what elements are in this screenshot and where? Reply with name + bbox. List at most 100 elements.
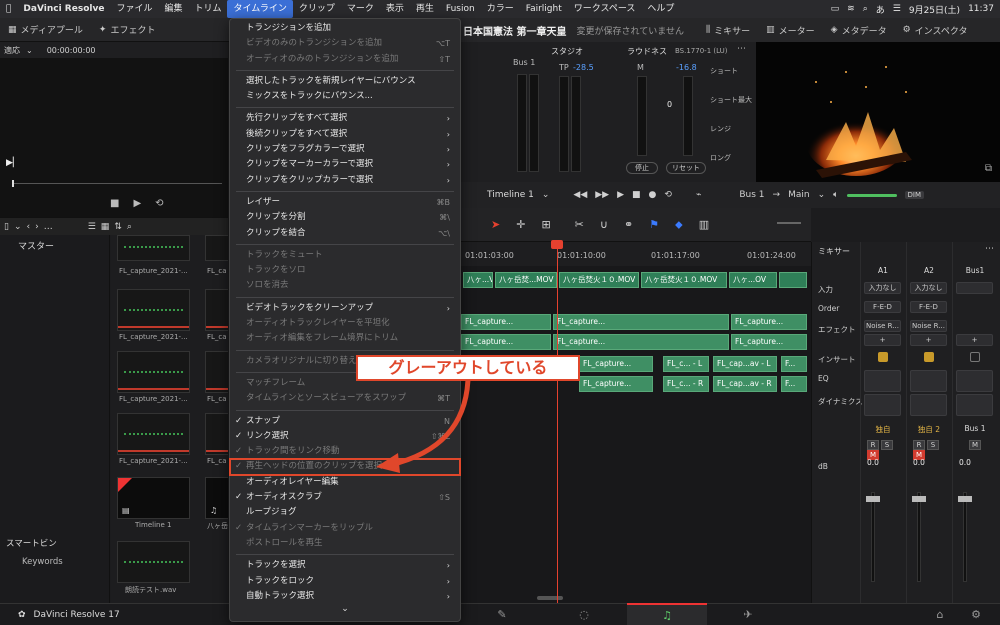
clip-thumb-partial[interactable] [205, 235, 228, 261]
clip-thumb-1[interactable] [117, 289, 190, 331]
viewer-scrubber[interactable] [12, 183, 222, 184]
meters-button[interactable]: ▥ メーター [758, 24, 823, 37]
audio-clip[interactable]: FL_capture... [461, 334, 551, 350]
menu-workspace[interactable]: ワークスペース [568, 0, 642, 18]
menu-item[interactable]: トラックをロック › [230, 574, 460, 589]
effect-slot[interactable]: Noise R... [864, 320, 901, 332]
viewer-mode-icon[interactable]: ⧉ [985, 163, 992, 174]
clip-thumb-timeline[interactable]: ▤ [117, 477, 190, 519]
effects-button[interactable]: ✦ エフェクト [91, 23, 164, 37]
menu-item[interactable]: クリップをクリップカラーで選択 › [230, 173, 460, 188]
menu-scroll-more-icon[interactable]: ⌄ [230, 604, 460, 614]
forward-icon[interactable]: › [35, 222, 39, 232]
search-icon[interactable]: ⌕ [863, 4, 868, 14]
timeline-viewer[interactable]: ⧉ [756, 42, 1000, 182]
menu-item[interactable]: クリップをフラグカラーで選択 › [230, 142, 460, 157]
audio-clip[interactable]: FL_capture... [579, 356, 653, 372]
list-view-icon[interactable]: ☰ [88, 222, 96, 232]
insert-toggle[interactable] [924, 352, 934, 362]
menu-item[interactable]: トランジションを追加 [230, 21, 460, 36]
clip-thumb-partial[interactable]: ♫ [205, 477, 228, 519]
menubar-date[interactable]: 9月25日(土) [909, 3, 960, 16]
keywords-bin[interactable]: Keywords [22, 557, 63, 567]
add-effect-icon[interactable]: + [910, 334, 947, 346]
link-icon[interactable]: ⌁ [696, 190, 701, 200]
fader-handle[interactable] [958, 496, 972, 502]
menu-trim[interactable]: トリム [188, 0, 227, 18]
volume-slider[interactable] [846, 193, 897, 197]
audio-clip[interactable]: FL_cap...av - R [713, 376, 777, 392]
clip-thumb-partial[interactable] [205, 289, 228, 331]
input-select[interactable] [956, 282, 993, 294]
audio-clip[interactable]: F... [781, 356, 807, 372]
fader-handle[interactable] [912, 496, 926, 502]
video-clip[interactable] [779, 272, 807, 288]
menu-color[interactable]: カラー [481, 0, 520, 18]
stop-icon[interactable]: ■ [110, 198, 119, 209]
main-output[interactable]: Main [788, 190, 810, 200]
solo-button[interactable]: S [881, 440, 893, 450]
menu-mark[interactable]: マーク [341, 0, 380, 18]
menu-item[interactable]: 選択したトラックを新規レイヤーにバウンス [230, 74, 460, 89]
audio-clip[interactable]: FL_capture... [461, 314, 551, 330]
razor-tool-icon[interactable]: ✂ [575, 218, 584, 232]
sidebar-toggle-icon[interactable]: ▯ [4, 222, 9, 232]
chevron-down-icon[interactable]: ⌄ [26, 46, 33, 55]
menu-item[interactable]: ループジョグ [230, 505, 460, 520]
clip-thumb-3[interactable] [117, 413, 190, 455]
wifi-icon[interactable]: ≋ [847, 4, 855, 14]
chevron-down-icon[interactable]: ⌄ [14, 222, 22, 232]
menu-help[interactable]: ヘルプ [641, 0, 680, 18]
playhead[interactable] [557, 244, 558, 603]
timeline-selector[interactable]: Timeline 1 [487, 190, 534, 200]
view-options-icon[interactable]: ▥ [699, 218, 709, 232]
settings-gear-icon[interactable]: ⚙ [952, 603, 1000, 625]
menu-item[interactable]: ミックスをトラックにバウンス... [230, 89, 460, 104]
input-select[interactable]: 入力なし [910, 282, 947, 294]
video-clip[interactable]: 八ヶ...V [463, 272, 493, 288]
menu-item[interactable]: 自動トラック選択 › [230, 589, 460, 604]
source-viewer[interactable] [0, 42, 228, 217]
snap-icon[interactable]: ∪ [600, 218, 608, 232]
effect-slot[interactable]: Noise R... [910, 320, 947, 332]
play-icon[interactable]: ▶ [617, 190, 624, 200]
zoom-select[interactable]: 適応 [4, 45, 20, 56]
more-icon[interactable]: … [44, 222, 53, 232]
record-button[interactable]: R [913, 440, 925, 450]
menu-item[interactable]: ✓ オーディオスクラブ ⇧S [230, 490, 460, 505]
sort-icon[interactable]: ⇅ [114, 222, 122, 232]
solo-button[interactable]: S [927, 440, 939, 450]
control-center-icon[interactable]: ☰ [893, 4, 901, 14]
fader-track[interactable] [963, 492, 967, 582]
input-method-icon[interactable]: あ [876, 3, 885, 16]
range-tool-icon[interactable]: ✛ [516, 218, 525, 232]
clip-thumb-partial[interactable] [205, 351, 228, 393]
record-button[interactable]: R [867, 440, 879, 450]
playhead-handle[interactable] [551, 240, 563, 249]
timeline-scrollbar[interactable] [537, 596, 563, 600]
add-effect-icon[interactable]: + [956, 334, 993, 346]
mixer-button[interactable]: ⫼ ミキサー [698, 24, 758, 37]
audio-clip[interactable]: F... [781, 376, 807, 392]
menubar-time[interactable]: 11:37 [968, 4, 994, 14]
fusion-page-icon[interactable]: ✎ [478, 603, 526, 625]
dynamics-graph[interactable] [864, 394, 901, 416]
menu-clip[interactable]: クリップ [293, 0, 341, 18]
search-icon[interactable]: ⌕ [127, 222, 132, 232]
grid-view-icon[interactable]: ▦ [101, 222, 110, 232]
menu-playback[interactable]: 再生 [410, 0, 440, 18]
menu-item[interactable]: ビデオトラックをクリーンアップ › [230, 301, 460, 316]
zoom-slider[interactable] [777, 222, 801, 224]
select-tool-icon[interactable]: ➤ [491, 218, 500, 232]
menu-timeline[interactable]: タイムライン [227, 0, 293, 18]
loop-icon[interactable]: ⟲ [155, 198, 163, 209]
insert-toggle[interactable] [878, 352, 888, 362]
record-icon[interactable]: ● [649, 190, 657, 200]
reset-button[interactable]: リセット [666, 162, 706, 174]
fast-forward-icon[interactable]: ▶▶ [595, 190, 609, 200]
menu-item[interactable]: クリップを分割 ⌘\ [230, 210, 460, 225]
audio-clip[interactable]: FL_capture... [553, 314, 729, 330]
input-select[interactable]: 入力なし [864, 282, 901, 294]
eq-curve[interactable] [864, 370, 901, 392]
audio-clip[interactable]: FL_capture... [731, 334, 807, 350]
